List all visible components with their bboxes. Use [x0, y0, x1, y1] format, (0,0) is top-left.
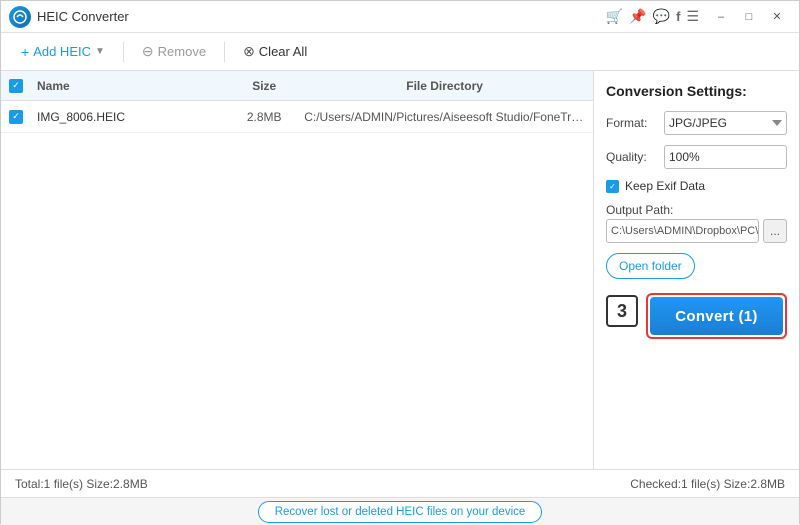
quality-input[interactable]	[665, 150, 787, 164]
remove-button[interactable]: ⊖ Remove	[132, 38, 216, 66]
minus-icon: ⊖	[142, 43, 154, 60]
exif-row: Keep Exif Data	[606, 179, 787, 193]
file-size: 2.8MB	[224, 110, 304, 124]
table-row: IMG_8006.HEIC 2.8MB C:/Users/ADMIN/Pictu…	[1, 101, 593, 133]
format-row: Format: JPG/JPEG PNG BMP GIF	[606, 111, 787, 135]
format-label: Format:	[606, 116, 658, 130]
bookmark-icon[interactable]: 📌	[629, 8, 646, 25]
window-controls: – □ ✕	[707, 6, 791, 28]
clear-all-label: Clear All	[259, 44, 307, 59]
chat-icon[interactable]: 💬	[653, 8, 670, 25]
dropdown-arrow-icon[interactable]: ▼	[95, 46, 105, 57]
file-name: IMG_8006.HEIC	[33, 110, 224, 124]
header-check	[9, 79, 33, 93]
browse-button[interactable]: ...	[763, 219, 787, 243]
open-folder-button[interactable]: Open folder	[606, 253, 695, 279]
convert-button[interactable]: Convert (1)	[650, 297, 783, 335]
toolbar-separator-1	[123, 42, 124, 62]
output-path-display: C:\Users\ADMIN\Dropbox\PC\	[606, 219, 759, 243]
output-path-label: Output Path:	[606, 203, 787, 217]
column-directory: File Directory	[304, 79, 585, 93]
row-check[interactable]	[9, 110, 33, 124]
close-button[interactable]: ✕	[763, 6, 791, 28]
recover-button[interactable]: Recover lost or deleted HEIC files on yo…	[258, 501, 543, 523]
convert-button-wrap: Convert (1)	[646, 293, 787, 339]
convert-area: 3 Convert (1)	[606, 293, 787, 339]
table-header: Name Size File Directory	[1, 71, 593, 101]
cart-icon[interactable]: 🛒	[606, 8, 623, 25]
select-all-checkbox[interactable]	[9, 79, 23, 93]
column-size: Size	[224, 79, 304, 93]
exif-checkbox[interactable]	[606, 180, 619, 193]
file-directory: C:/Users/ADMIN/Pictures/Aiseesoft Studio…	[304, 110, 585, 124]
row-checkbox[interactable]	[9, 110, 23, 124]
clear-icon: ⊗	[243, 43, 255, 60]
quality-label: Quality:	[606, 150, 658, 164]
remove-label: Remove	[158, 44, 206, 59]
open-folder-label: Open folder	[619, 259, 682, 273]
format-select[interactable]: JPG/JPEG PNG BMP GIF	[664, 111, 787, 135]
settings-panel: Conversion Settings: Format: JPG/JPEG PN…	[594, 71, 799, 469]
toolbar-separator-2	[224, 42, 225, 62]
main-content: Name Size File Directory IMG_8006.HEIC 2…	[1, 71, 799, 469]
clear-all-button[interactable]: ⊗ Clear All	[233, 38, 317, 66]
menu-icon[interactable]: ☰	[686, 8, 699, 25]
settings-title: Conversion Settings:	[606, 83, 787, 99]
add-heic-button[interactable]: + Add HEIC ▼	[11, 38, 115, 66]
file-panel: Name Size File Directory IMG_8006.HEIC 2…	[1, 71, 594, 469]
recover-label: Recover lost or deleted HEIC files on yo…	[275, 506, 526, 518]
status-bar: Total:1 file(s) Size:2.8MB Checked:1 fil…	[1, 469, 799, 497]
app-title: HEIC Converter	[37, 9, 606, 24]
add-label: Add HEIC	[33, 44, 91, 59]
minimize-button[interactable]: –	[707, 6, 735, 28]
plus-icon: +	[21, 44, 29, 60]
step-badge: 3	[606, 295, 638, 327]
exif-label: Keep Exif Data	[625, 179, 705, 193]
status-right: Checked:1 file(s) Size:2.8MB	[630, 477, 785, 491]
app-logo	[9, 6, 31, 28]
toolbar: + Add HEIC ▼ ⊖ Remove ⊗ Clear All	[1, 33, 799, 71]
title-bar: HEIC Converter 🛒 📌 💬 f ☰ – □ ✕	[1, 1, 799, 33]
status-left: Total:1 file(s) Size:2.8MB	[15, 477, 630, 491]
facebook-icon[interactable]: f	[676, 9, 680, 24]
output-path-row: C:\Users\ADMIN\Dropbox\PC\ ...	[606, 219, 787, 243]
convert-label: Convert (1)	[675, 308, 757, 325]
column-name: Name	[33, 79, 224, 93]
recover-bar: Recover lost or deleted HEIC files on yo…	[1, 497, 799, 525]
quality-row: Quality: ▲ ▼	[606, 145, 787, 169]
maximize-button[interactable]: □	[735, 6, 763, 28]
output-section: Output Path: C:\Users\ADMIN\Dropbox\PC\ …	[606, 203, 787, 243]
quality-input-wrap: ▲ ▼	[664, 145, 787, 169]
